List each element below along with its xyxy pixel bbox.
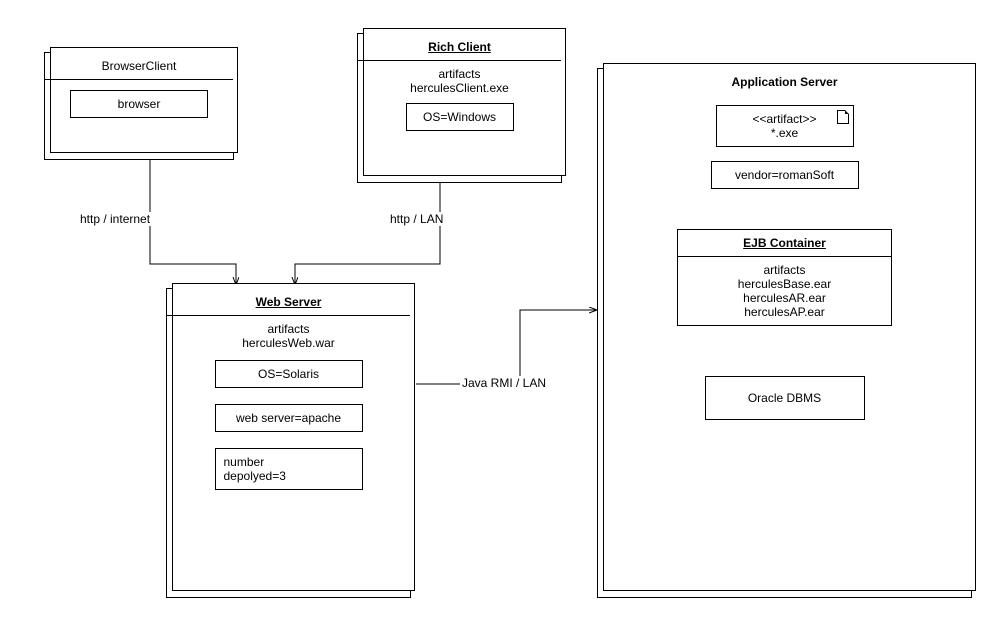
ejb-artifacts-label: artifacts <box>682 263 887 277</box>
document-icon <box>837 110 849 124</box>
edge-label-http-internet: http / internet <box>78 212 152 226</box>
ejb-title: EJB Container <box>678 230 891 257</box>
artifact-name: *.exe <box>725 126 845 140</box>
vendor-tag: vendor=romanSoft <box>711 161 859 189</box>
web-server-apache-tag: web server=apache <box>215 404 363 432</box>
web-server-number-tag: number depolyed=3 <box>215 448 363 490</box>
browser-inner: browser <box>70 90 208 118</box>
node-ejb-container: EJB Container artifacts herculesBase.ear… <box>677 229 892 326</box>
artifact-exe: <<artifact>> *.exe <box>716 105 854 147</box>
ejb-artifact-3: herculesAP.ear <box>682 305 887 319</box>
node-web-server: Web Server artifacts herculesWeb.war OS=… <box>166 288 411 598</box>
web-server-title: Web Server <box>167 289 410 316</box>
web-server-artifact: herculesWeb.war <box>171 336 406 350</box>
rich-client-artifacts-label: artifacts <box>362 67 557 81</box>
edge-label-java-rmi: Java RMI / LAN <box>460 376 548 390</box>
browser-client-title: BrowserClient <box>45 53 233 80</box>
node-rich-client: Rich Client artifacts herculesClient.exe… <box>357 33 562 183</box>
rich-client-os-tag: OS=Windows <box>406 103 514 131</box>
artifact-stereotype: <<artifact>> <box>725 112 845 126</box>
edge-label-http-lan: http / LAN <box>388 212 445 226</box>
web-server-os-tag: OS=Solaris <box>215 360 363 388</box>
node-oracle-dbms: Oracle DBMS <box>705 376 865 420</box>
ejb-artifact-1: herculesBase.ear <box>682 277 887 291</box>
node-browser-client: BrowserClient browser <box>44 52 234 160</box>
ejb-artifact-2: herculesAR.ear <box>682 291 887 305</box>
rich-client-title: Rich Client <box>358 34 561 61</box>
web-server-artifacts-label: artifacts <box>171 322 406 336</box>
application-server-title: Application Server <box>598 69 971 95</box>
node-application-server: Application Server <<artifact>> *.exe ve… <box>597 68 972 598</box>
rich-client-artifact: herculesClient.exe <box>362 81 557 95</box>
